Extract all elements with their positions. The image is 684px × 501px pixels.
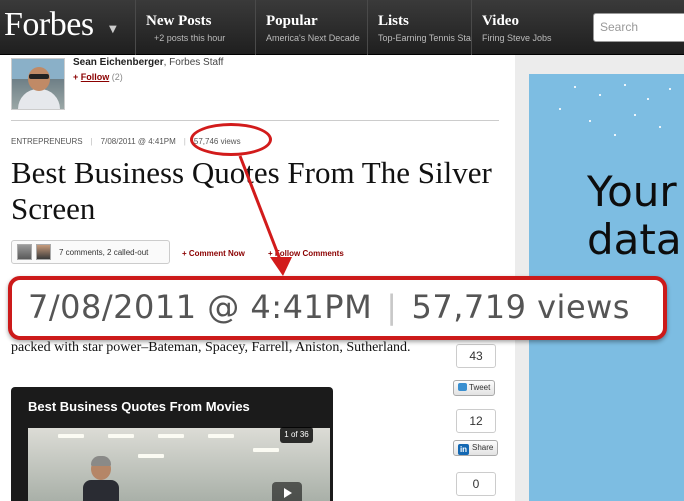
- annotation-arrow: [238, 155, 292, 276]
